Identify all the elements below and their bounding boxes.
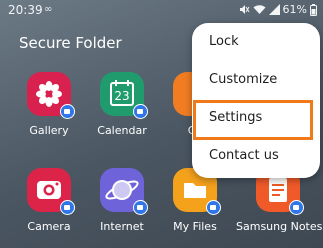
- menu-item-customize[interactable]: Customize: [192, 62, 320, 100]
- app-camera[interactable]: Camera: [10, 168, 88, 233]
- secure-badge-icon: [289, 200, 304, 215]
- app-label: Camera: [27, 220, 71, 233]
- gallery-icon: [27, 72, 75, 119]
- signal-icon: [268, 4, 280, 15]
- battery-icon: [310, 3, 317, 16]
- home-screen: 20:39 ∞ 61% Secure Folder Gallery 23 Cal…: [0, 0, 323, 248]
- menu-item-lock[interactable]: Lock: [192, 24, 320, 62]
- internet-icon: [100, 168, 148, 215]
- calendar-icon: 23: [100, 72, 148, 119]
- status-bar: 20:39 ∞ 61%: [0, 0, 323, 22]
- menu-item-contact-us[interactable]: Contact us: [192, 138, 320, 176]
- menu-item-label: Lock: [209, 34, 239, 49]
- status-icons: 61%: [239, 3, 317, 16]
- app-label: Internet: [100, 220, 144, 233]
- folder-title: Secure Folder: [19, 34, 122, 52]
- calendar-day: 23: [114, 89, 130, 103]
- status-time: 20:39: [8, 3, 43, 17]
- wifi-icon: [253, 5, 266, 14]
- app-label: My Files: [173, 220, 217, 233]
- app-calendar[interactable]: 23 Calendar: [83, 72, 161, 137]
- secure-badge-icon: [206, 200, 221, 215]
- secure-badge-icon: [133, 200, 148, 215]
- secure-badge-icon: [60, 104, 75, 119]
- app-label: Calendar: [97, 124, 147, 137]
- menu-item-label: Customize: [209, 72, 278, 87]
- battery-percent: 61%: [282, 3, 307, 16]
- menu-item-label: Contact us: [209, 148, 279, 163]
- app-internet[interactable]: Internet: [83, 168, 161, 233]
- mute-icon: [239, 5, 249, 14]
- app-label: Gallery: [29, 124, 69, 137]
- secure-badge-icon: [60, 200, 75, 215]
- app-gallery[interactable]: Gallery: [10, 72, 88, 137]
- secure-badge-icon: [133, 104, 148, 119]
- camera-icon: [27, 168, 75, 215]
- app-label: Samsung Notes: [236, 220, 323, 233]
- settings-highlight-box: [193, 100, 313, 140]
- link-icon: ∞: [44, 4, 53, 15]
